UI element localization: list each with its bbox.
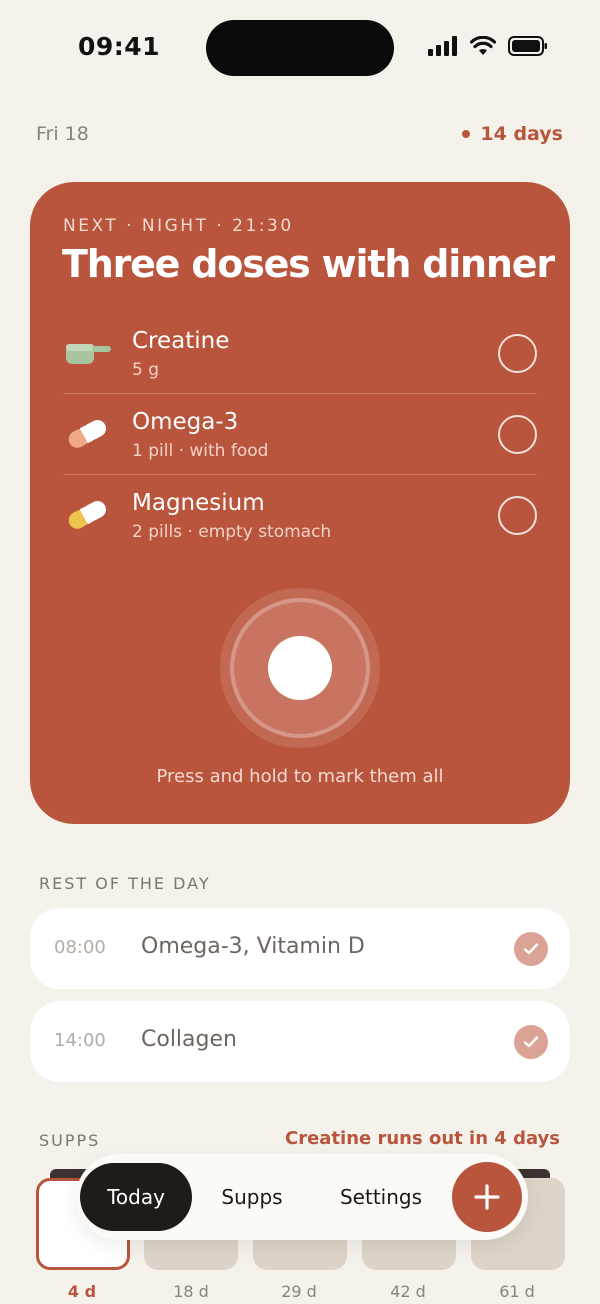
supp-days-left: 61 d [499, 1282, 535, 1301]
add-button[interactable] [452, 1162, 522, 1232]
dose-name: Magnesium [132, 490, 265, 516]
hold-dot-icon [268, 636, 332, 700]
battery-icon [508, 36, 547, 56]
capsule-icon [68, 501, 107, 529]
supp-days-left: 4 d [67, 1282, 97, 1301]
dose-name: Omega-3 [132, 409, 239, 435]
dose-detail: 2 pills · empty stomach [132, 522, 332, 542]
status-bar: 09:41 [0, 0, 600, 96]
current-date: Fri 18 [36, 123, 89, 145]
plus-icon [474, 1184, 500, 1210]
tab-supps[interactable]: Supps [204, 1163, 300, 1231]
schedule-time: 14:00 [54, 1030, 106, 1051]
schedule-row[interactable]: 14:00 Collagen [30, 1001, 570, 1082]
hold-to-mark-button[interactable] [220, 588, 380, 748]
dose-checkbox[interactable] [498, 415, 537, 454]
capsule-icon [68, 420, 107, 448]
next-dose-card: NEXT · NIGHT · 21:30 Three doses with di… [30, 182, 570, 824]
schedule-name: Collagen [141, 1027, 237, 1052]
supply-warning[interactable]: Creatine runs out in 4 days [285, 1128, 560, 1149]
streak-label: 14 days [480, 123, 563, 145]
status-time: 09:41 [78, 32, 161, 61]
tab-settings[interactable]: Settings [322, 1163, 440, 1231]
supp-days-left: 29 d [281, 1282, 317, 1301]
status-icons [428, 36, 548, 56]
dose-name: Creatine [132, 328, 230, 354]
supp-days-left: 18 d [173, 1282, 209, 1301]
hold-hint: Press and hold to mark them all [156, 766, 444, 787]
dose-detail: 5 g [132, 360, 160, 380]
schedule-name: Omega-3, Vitamin D [141, 934, 365, 959]
check-icon[interactable] [514, 1025, 548, 1059]
cellular-signal-icon [428, 36, 457, 56]
streak-dot-icon [462, 130, 471, 138]
supp-days-left: 42 d [390, 1282, 426, 1301]
next-dose-title: Three doses with dinner [62, 242, 555, 286]
dose-checkbox[interactable] [498, 334, 537, 373]
dose-list: Creatine 5 g Omega-3 1 pill · with food [63, 313, 537, 556]
tab-today[interactable]: Today [80, 1163, 192, 1231]
dose-checkbox[interactable] [498, 496, 537, 535]
streak-badge[interactable]: 14 days [462, 123, 563, 145]
scoop-icon [66, 344, 111, 364]
dose-row-omega3[interactable]: Omega-3 1 pill · with food [63, 394, 537, 475]
dose-row-magnesium[interactable]: Magnesium 2 pills · empty stomach [63, 475, 537, 556]
hold-button-inner [230, 598, 370, 738]
wifi-icon [470, 36, 496, 55]
schedule-row[interactable]: 08:00 Omega-3, Vitamin D [30, 908, 570, 989]
schedule-time: 08:00 [54, 937, 106, 958]
dynamic-island [206, 20, 394, 76]
tab-bar: Today Supps Settings [76, 1154, 528, 1240]
check-icon[interactable] [514, 932, 548, 966]
dose-detail: 1 pill · with food [132, 441, 269, 461]
dose-row-creatine[interactable]: Creatine 5 g [63, 313, 537, 394]
rest-of-day-heading: REST OF THE DAY [39, 874, 211, 893]
next-dose-eyebrow: NEXT · NIGHT · 21:30 [63, 216, 294, 236]
supps-heading: SUPPS [39, 1131, 101, 1150]
